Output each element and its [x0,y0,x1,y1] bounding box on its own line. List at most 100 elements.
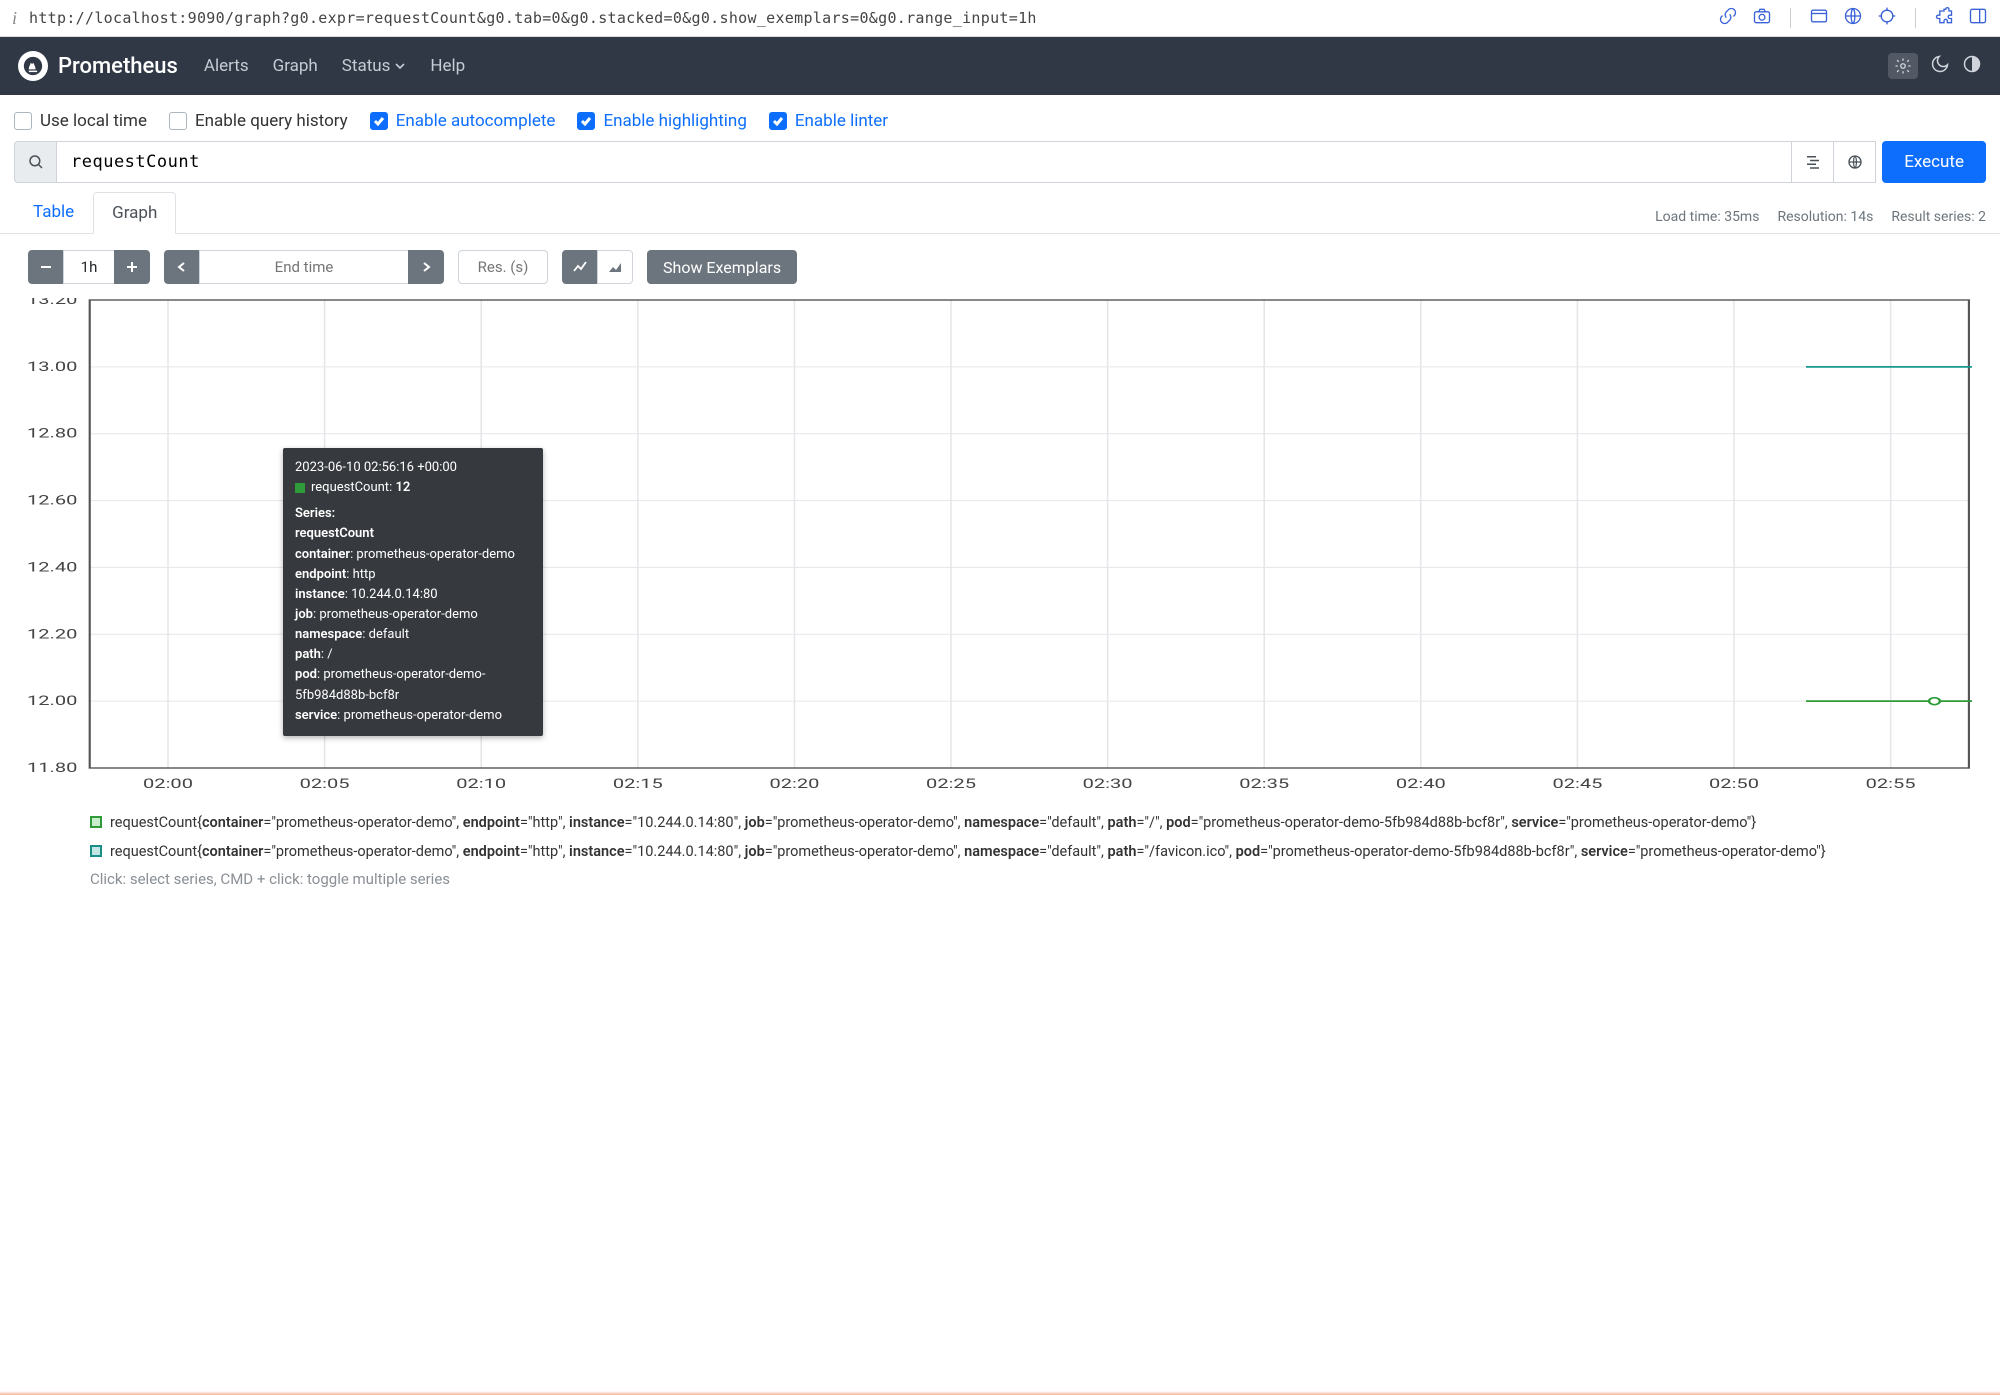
result-tabs: Table Graph Load time: 35ms Resolution: … [0,191,2000,234]
opt-query-history[interactable]: Enable query history [169,111,348,131]
svg-text:02:15: 02:15 [613,776,663,791]
globe-expr-button[interactable] [1834,141,1876,183]
format-expr-button[interactable] [1792,141,1834,183]
nav-help[interactable]: Help [430,56,465,76]
end-time-input[interactable] [199,250,409,284]
svg-text:13.00: 13.00 [28,359,77,374]
legend-item[interactable]: requestCount{container="prometheus-opera… [90,812,1972,833]
range-increase-button[interactable] [114,250,150,284]
query-options-row: Use local time Enable query history Enab… [0,95,2000,141]
svg-text:02:35: 02:35 [1239,776,1289,791]
svg-text:02:45: 02:45 [1552,776,1602,791]
svg-text:12.60: 12.60 [28,493,77,508]
info-icon[interactable]: i [12,8,17,29]
globe-icon[interactable] [1843,6,1863,30]
svg-text:12.00: 12.00 [28,694,77,709]
meta-resolution: Resolution: 14s [1777,209,1873,225]
time-stepper [164,250,444,284]
panel-icon[interactable] [1809,6,1829,30]
show-exemplars-button[interactable]: Show Exemplars [647,250,797,284]
execute-button[interactable]: Execute [1882,141,1986,183]
svg-text:02:05: 02:05 [300,776,350,791]
chart-tooltip: 2023-06-10 02:56:16 +00:00requestCount: … [283,448,543,736]
svg-text:02:00: 02:00 [143,776,193,791]
opt-use-local-time[interactable]: Use local time [14,111,147,131]
top-nav: Prometheus Alerts Graph Status Help [0,37,2000,95]
moon-icon [1930,54,1950,74]
expression-row: Execute [0,141,2000,191]
contrast-icon [1962,54,1982,74]
legend-swatch-icon [90,845,102,857]
contrast-toggle[interactable] [1962,54,1982,78]
legend-item[interactable]: requestCount{container="prometheus-opera… [90,841,1972,862]
range-value[interactable]: 1h [63,250,115,284]
metrics-explorer-button[interactable] [14,141,56,183]
chevron-left-icon [176,261,188,273]
checkbox-icon[interactable] [14,112,32,130]
url-text: http://localhost:9090/graph?g0.expr=requ… [29,9,1706,27]
chart-mode-toggle [562,250,633,284]
dark-mode-toggle[interactable] [1930,54,1950,78]
query-meta: Load time: 35ms Resolution: 14s Result s… [1655,209,1986,233]
gear-icon [1894,57,1912,75]
globe-icon [1846,153,1864,171]
nav-links: Alerts Graph Status Help [204,56,465,76]
checkbox-icon[interactable] [577,112,595,130]
search-icon [27,153,45,171]
svg-text:02:30: 02:30 [1083,776,1133,791]
svg-text:13.20: 13.20 [28,298,77,308]
meta-result-series: Result series: 2 [1891,209,1986,225]
indent-icon [1804,153,1822,171]
range-stepper: 1h [28,250,150,284]
svg-text:02:50: 02:50 [1709,776,1759,791]
tab-graph[interactable]: Graph [93,192,176,234]
legend-hint: Click: select series, CMD + click: toggl… [90,870,1972,888]
plus-icon [125,260,139,274]
nav-graph[interactable]: Graph [273,56,318,76]
opt-autocomplete[interactable]: Enable autocomplete [370,111,556,131]
stacked-mode-button[interactable] [597,250,633,284]
svg-text:02:55: 02:55 [1866,776,1916,791]
browser-address-bar: i http://localhost:9090/graph?g0.expr=re… [0,0,2000,37]
resolution-input[interactable] [458,250,548,284]
tab-table[interactable]: Table [14,191,93,233]
settings-button[interactable] [1888,53,1918,79]
opt-highlighting[interactable]: Enable highlighting [577,111,746,131]
camera-icon[interactable] [1752,6,1772,30]
link-icon[interactable] [1718,6,1738,30]
chart-area[interactable]: 11.80 12.00 12.20 12.40 12.60 12.80 13.00 13.20… [28,298,1972,798]
brand-text: Prometheus [58,54,178,79]
time-forward-button[interactable] [408,250,444,284]
svg-text:12.40: 12.40 [28,560,77,575]
range-decrease-button[interactable] [28,250,64,284]
minus-icon [39,260,53,274]
svg-text:11.80: 11.80 [28,760,77,775]
nav-status[interactable]: Status [342,56,407,76]
svg-text:12.80: 12.80 [28,426,77,441]
checkbox-icon[interactable] [169,112,187,130]
puzzle-icon[interactable] [1934,6,1954,30]
time-back-button[interactable] [164,250,200,284]
expression-input[interactable] [56,141,1792,183]
line-mode-button[interactable] [562,250,598,284]
svg-text:02:10: 02:10 [456,776,506,791]
opt-linter[interactable]: Enable linter [769,111,888,131]
sidebar-icon[interactable] [1968,6,1988,30]
browser-toolbar-icons [1718,6,1988,30]
line-chart-icon [572,259,588,275]
nav-alerts[interactable]: Alerts [204,56,249,76]
svg-text:12.20: 12.20 [28,627,77,642]
checkbox-icon[interactable] [370,112,388,130]
chevron-right-icon [420,261,432,273]
legend-swatch-icon [90,816,102,828]
prometheus-logo-icon [18,51,48,81]
svg-text:02:20: 02:20 [769,776,819,791]
chevron-down-icon [394,60,406,72]
brand[interactable]: Prometheus [18,51,178,81]
graph-toolbar: 1h Show Exemplars [0,234,2000,294]
chart-legend: requestCount{container="prometheus-opera… [90,812,1972,888]
svg-text:02:25: 02:25 [926,776,976,791]
svg-text:02:40: 02:40 [1396,776,1446,791]
checkbox-icon[interactable] [769,112,787,130]
target-icon[interactable] [1877,6,1897,30]
